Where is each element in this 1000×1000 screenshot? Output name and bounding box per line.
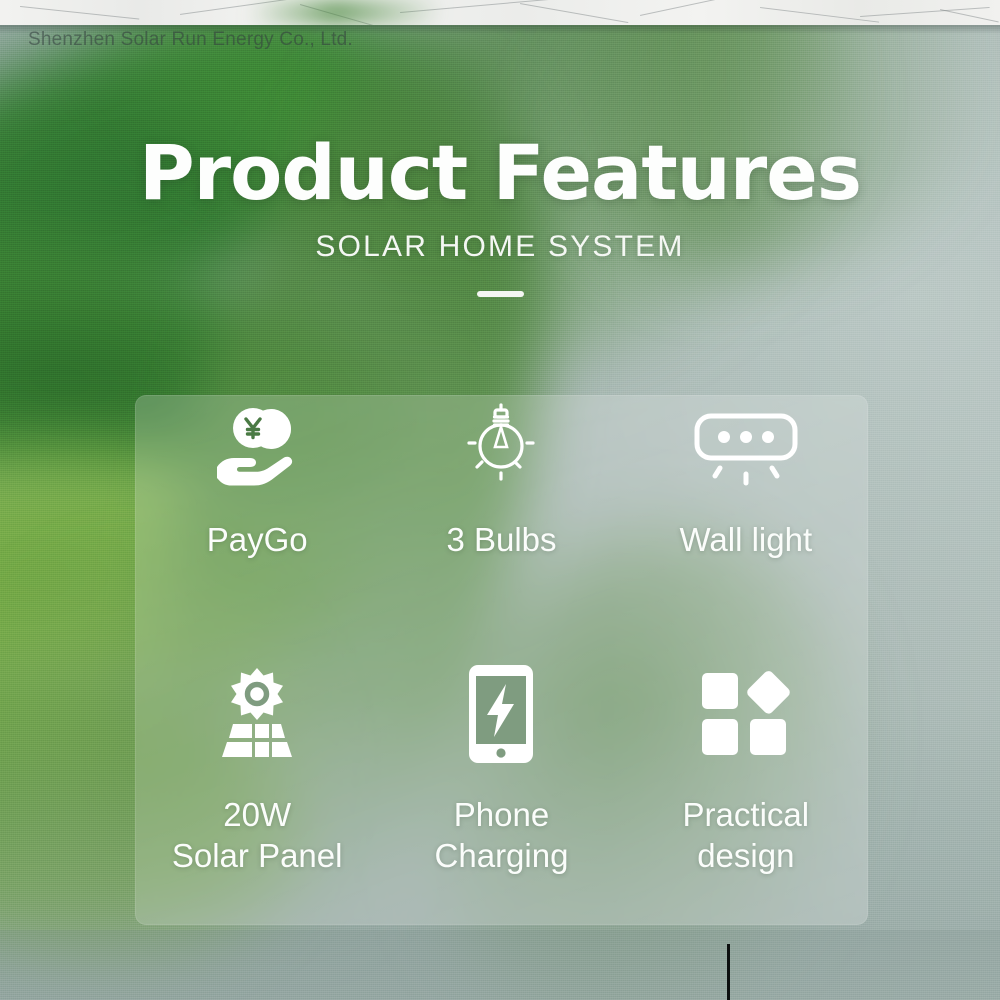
heading-block: Product Features SOLAR HOME SYSTEM [0, 132, 1000, 297]
feature-label: Phone Charging [435, 794, 569, 876]
product-feature-banner: Shenzhen Solar Run Energy Co., Ltd. Prod… [0, 0, 1000, 1000]
wall-light-icon [691, 395, 801, 503]
stand-cable-line [727, 944, 730, 1000]
features-glass-card: PayGo 3 Bulbs Wall light 20W Solar Panel… [135, 395, 868, 925]
feature-label: PayGo [207, 519, 308, 560]
marble-green-reflection [250, 0, 440, 25]
feature-label-line2: design [697, 837, 795, 874]
feature-item-paygo: PayGo [135, 395, 379, 660]
feature-label: 3 Bulbs [446, 519, 556, 560]
phone-charging-icon [465, 660, 537, 768]
feature-label-line1: 3 Bulbs [446, 521, 557, 558]
feature-label: Practical design [683, 794, 810, 876]
feature-label-line1: Practical [682, 796, 810, 833]
page-subtitle: SOLAR HOME SYSTEM [315, 230, 685, 263]
company-watermark: Shenzhen Solar Run Energy Co., Ltd. [28, 29, 353, 50]
features-grid: PayGo 3 Bulbs Wall light 20W Solar Panel… [135, 395, 868, 925]
feature-item-solar-panel: 20W Solar Panel [135, 660, 379, 925]
solar-panel-sun-icon [205, 660, 309, 768]
light-bulb-icon [451, 395, 551, 503]
feature-label-line2: Solar Panel [171, 837, 343, 874]
title-divider [476, 291, 524, 297]
feature-item-wall-light: Wall light [624, 395, 868, 660]
feature-item-phone-charging: Phone Charging [379, 660, 623, 925]
feature-label: 20W Solar Panel [172, 794, 343, 876]
marble-strip [0, 0, 1000, 25]
feature-label-line1: 20W [223, 796, 292, 833]
feature-item-practical-design: Practical design [624, 660, 868, 925]
feature-item-bulbs: 3 Bulbs [379, 395, 623, 660]
feature-label-line1: PayGo [206, 521, 308, 558]
feature-label: Wall light [679, 519, 812, 560]
page-title: Product Features [138, 128, 862, 217]
feature-label-line1: Phone [453, 796, 550, 833]
feature-label-line2: Charging [434, 837, 569, 874]
feature-label-line1: Wall light [679, 521, 813, 558]
practical-design-icon [697, 660, 795, 768]
paygo-coin-hand-icon [209, 395, 305, 503]
floor-shadow [0, 930, 1000, 1000]
